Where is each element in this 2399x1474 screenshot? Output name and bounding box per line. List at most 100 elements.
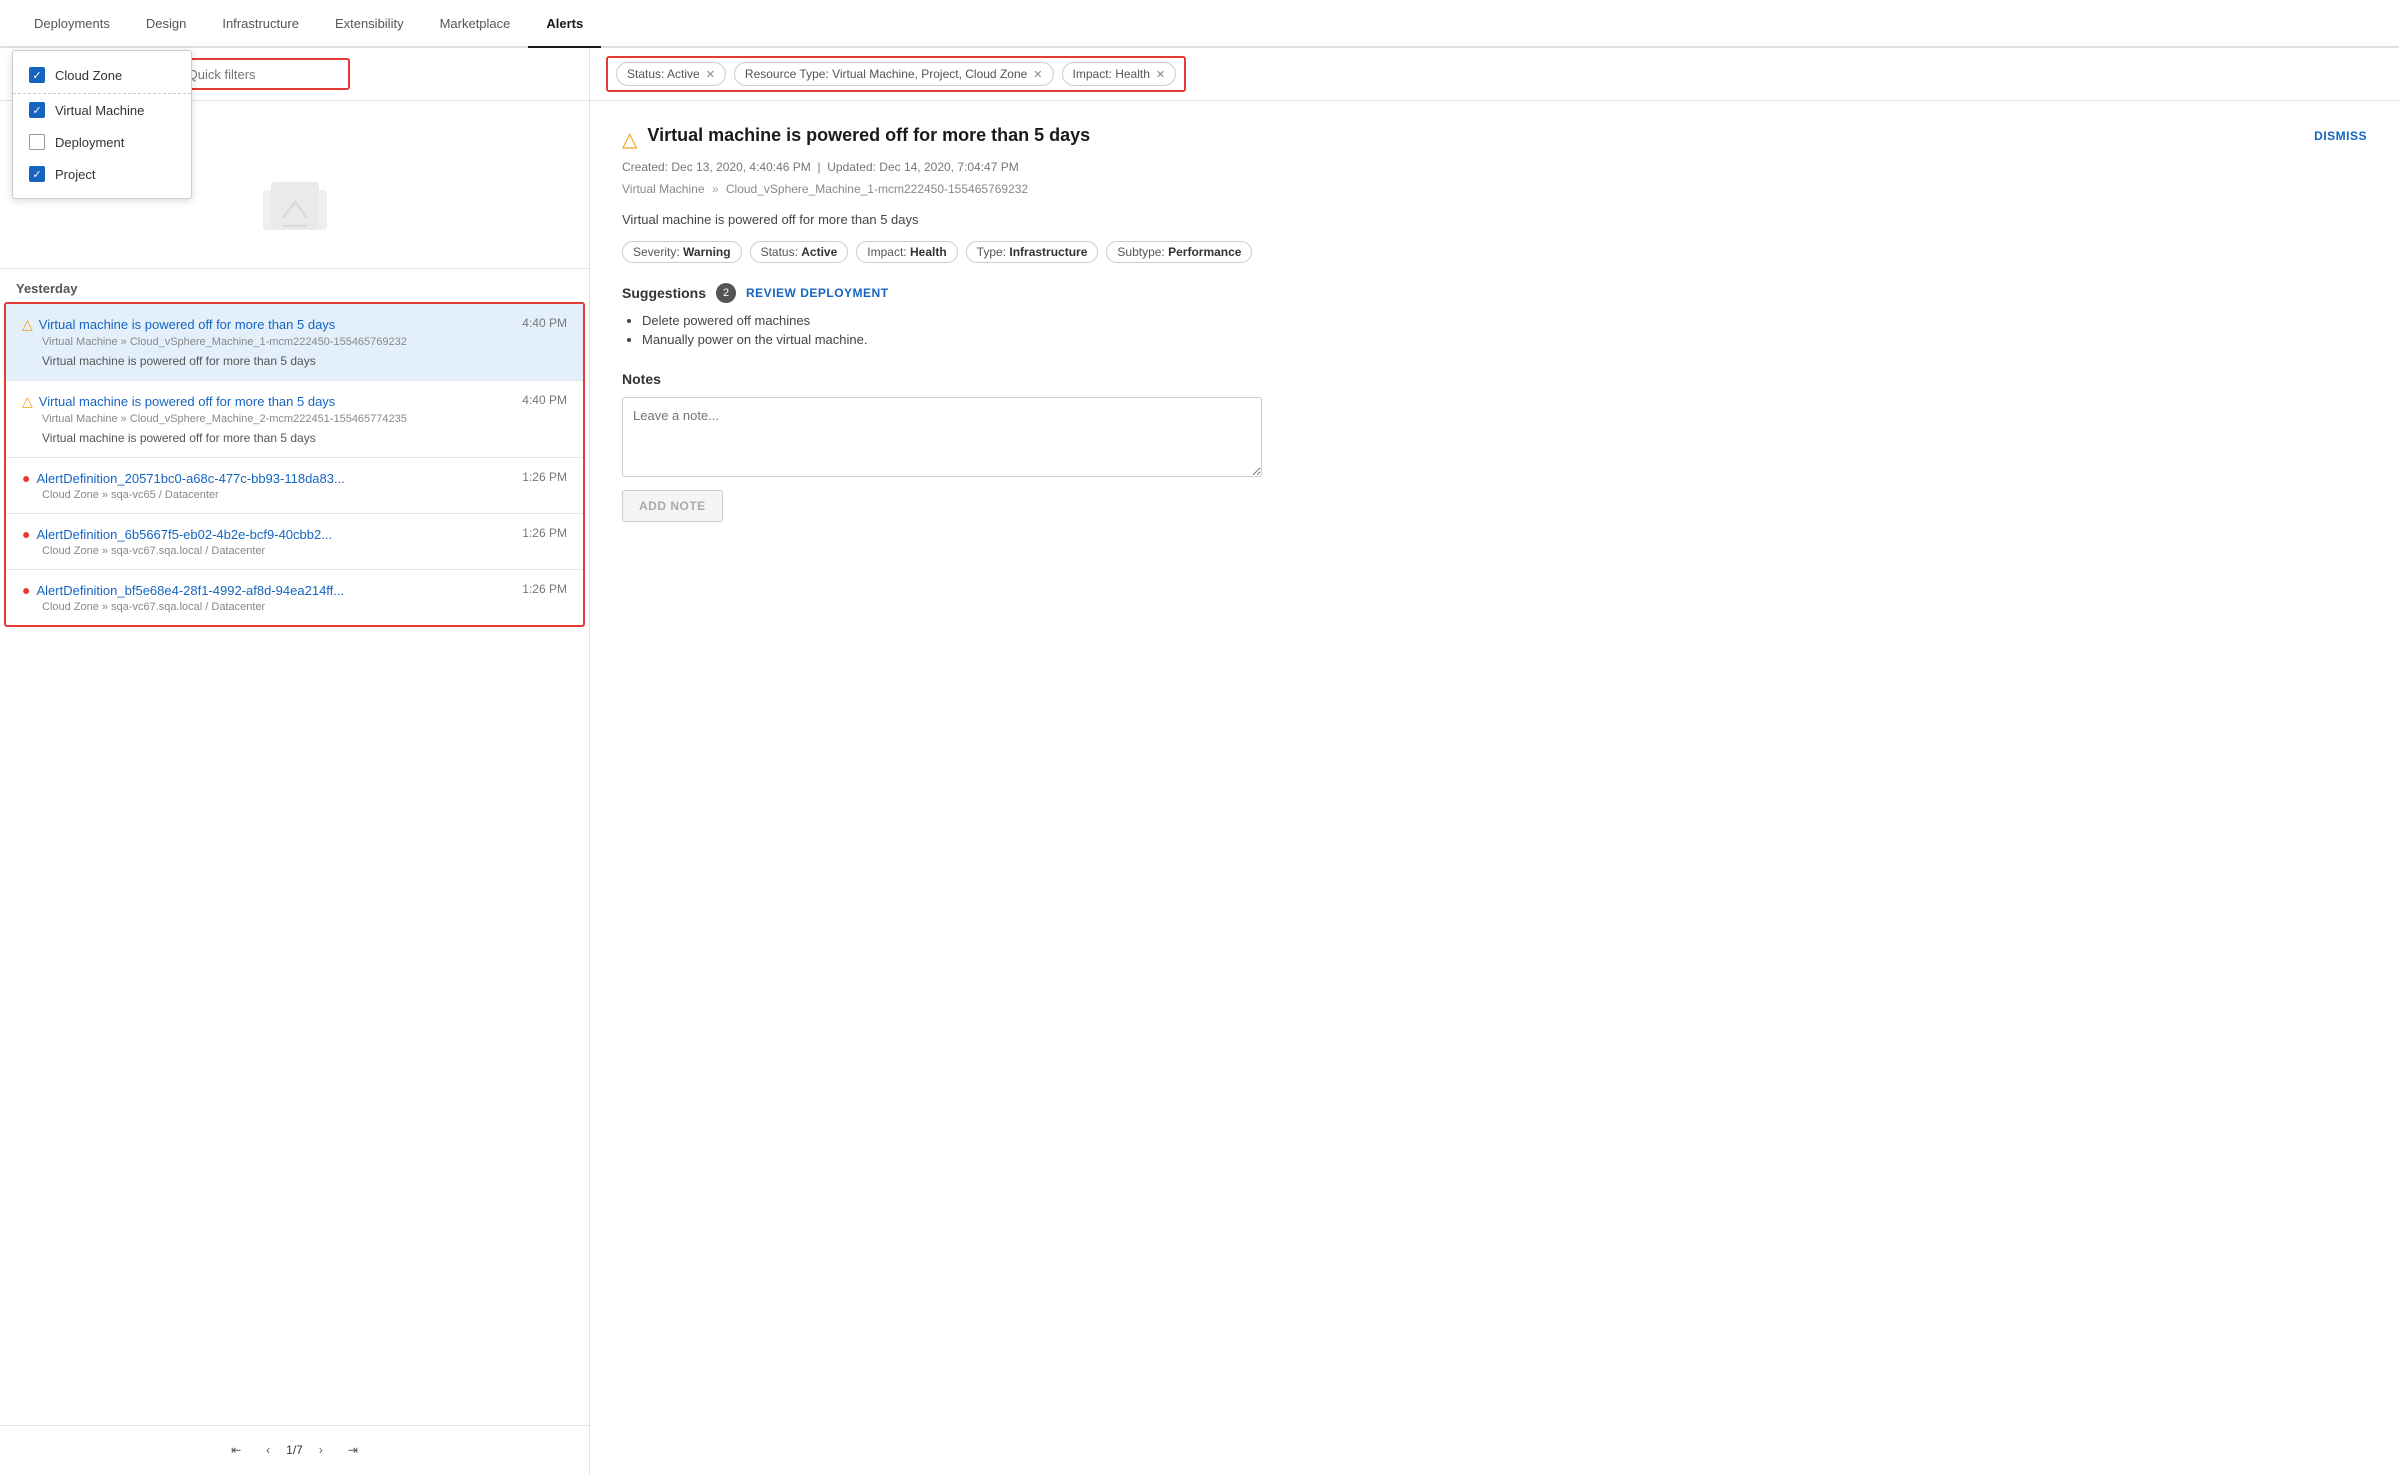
detail-breadcrumb[interactable]: Virtual Machine » Cloud_vSphere_Machine_… [622,182,2367,196]
page-prev-button[interactable]: ‹ [254,1436,282,1464]
detail-warning-icon: △ [622,127,637,152]
checkbox-virtual-machine[interactable] [29,102,45,118]
suggestions-title: Suggestions [622,285,706,301]
suggestion-item-2: Manually power on the virtual machine. [642,332,2367,347]
filter-chip-status-close[interactable]: ✕ [706,68,715,81]
nav-marketplace[interactable]: Marketplace [422,0,529,47]
suggestions-list: Delete powered off machines Manually pow… [622,313,2367,347]
alert-item-3-breadcrumb: Cloud Zone » sqa-vc65 / Datacenter [42,489,567,501]
alert-item-2-title-row: △ Virtual machine is powered off for mor… [22,393,514,410]
alert-item-4-title: AlertDefinition_6b5667f5-eb02-4b2e-bcf9-… [36,527,332,542]
filter-chip-impact-label: Impact: Health [1073,67,1150,81]
active-filter-chips-area: Status: Active ✕ Resource Type: Virtual … [590,48,2399,100]
alert-item-3-title: AlertDefinition_20571bc0-a68c-477c-bb93-… [36,471,344,486]
alert-item-1-desc: Virtual machine is powered off for more … [42,354,567,368]
alert-item-2-title: Virtual machine is powered off for more … [39,394,336,409]
top-filter-section: ▼ Resource Type ⌄ 🔍 Cloud Zone Virtual M… [0,48,2399,101]
error-icon-4: ● [22,526,30,542]
checkbox-cloud-zone[interactable] [29,67,45,83]
filter-chip-status: Status: Active ✕ [616,62,726,86]
yesterday-section: Yesterday △ Virtual machine is powered o… [0,269,589,627]
dropdown-item-cloud-zone[interactable]: Cloud Zone [13,59,191,94]
filter-chip-status-label: Status: Active [627,67,700,81]
suggestions-header: Suggestions 2 REVIEW DEPLOYMENT [622,283,2367,303]
page-first-button[interactable]: ⇤ [222,1436,250,1464]
detail-description: Virtual machine is powered off for more … [622,212,2367,227]
tag-severity: Severity: Warning [622,241,742,263]
dropdown-label-deployment: Deployment [55,135,124,150]
top-nav: Deployments Design Infrastructure Extens… [0,0,2399,48]
nav-design[interactable]: Design [128,0,204,47]
alert-item-2[interactable]: △ Virtual machine is powered off for mor… [6,381,583,458]
checkbox-deployment[interactable] [29,134,45,150]
nav-alerts[interactable]: Alerts [528,0,601,48]
alert-item-1[interactable]: △ Virtual machine is powered off for mor… [6,304,583,381]
alert-item-2-desc: Virtual machine is powered off for more … [42,431,567,445]
notes-textarea[interactable] [622,397,1262,477]
alert-item-4[interactable]: ● AlertDefinition_6b5667f5-eb02-4b2e-bcf… [6,514,583,570]
nav-infrastructure[interactable]: Infrastructure [204,0,317,47]
checkbox-project[interactable] [29,166,45,182]
nav-extensibility[interactable]: Extensibility [317,0,422,47]
resource-type-dropdown: Cloud Zone Virtual Machine Deployment Pr… [12,50,192,199]
filter-chips-wrapper: Status: Active ✕ Resource Type: Virtual … [606,56,1186,92]
nav-deployments[interactable]: Deployments [16,0,128,47]
alert-item-5-title-row: ● AlertDefinition_bf5e68e4-28f1-4992-af8… [22,582,514,598]
dropdown-item-deployment[interactable]: Deployment [13,126,191,158]
suggestion-item-1: Delete powered off machines [642,313,2367,328]
alert-item-2-breadcrumb: Virtual Machine » Cloud_vSphere_Machine_… [42,413,567,425]
warning-icon-2: △ [22,393,33,410]
alert-item-4-time: 1:26 PM [522,526,567,540]
breadcrumb-separator: » [712,182,719,196]
page-last-button[interactable]: ⇥ [339,1436,367,1464]
alert-item-1-header: △ Virtual machine is powered off for mor… [22,316,567,333]
alert-item-1-breadcrumb: Virtual Machine » Cloud_vSphere_Machine_… [42,336,567,348]
yesterday-header: Yesterday [0,269,589,302]
alert-item-2-header: △ Virtual machine is powered off for mor… [22,393,567,410]
filter-chip-resource-type-close[interactable]: ✕ [1033,68,1042,81]
dismiss-button[interactable]: DISMISS [2314,129,2367,143]
notes-section: Notes ADD NOTE [622,371,2367,522]
filter-chip-resource-type-label: Resource Type: Virtual Machine, Project,… [745,67,1027,81]
dropdown-label-project: Project [55,167,95,182]
error-icon-3: ● [22,470,30,486]
notes-title: Notes [622,371,2367,387]
main-layout: Today Yesterday [0,101,2399,1474]
warning-icon-1: △ [22,316,33,333]
filter-chip-impact: Impact: Health ✕ [1062,62,1177,86]
alert-item-3-header: ● AlertDefinition_20571bc0-a68c-477c-bb9… [22,470,567,486]
alert-item-5-time: 1:26 PM [522,582,567,596]
alert-item-1-title: Virtual machine is powered off for more … [39,317,336,332]
alert-item-3-time: 1:26 PM [522,470,567,484]
quick-filter-input[interactable] [188,67,338,82]
detail-meta: Created: Dec 13, 2020, 4:40:46 PM | Upda… [622,160,2367,174]
alert-item-4-header: ● AlertDefinition_6b5667f5-eb02-4b2e-bcf… [22,526,567,542]
page-current-label: 1/7 [286,1443,303,1457]
alert-item-5[interactable]: ● AlertDefinition_bf5e68e4-28f1-4992-af8… [6,570,583,625]
review-deployment-button[interactable]: REVIEW DEPLOYMENT [746,286,889,300]
dropdown-item-project[interactable]: Project [13,158,191,190]
filter-chip-impact-close[interactable]: ✕ [1156,68,1165,81]
alert-item-5-title: AlertDefinition_bf5e68e4-28f1-4992-af8d-… [36,583,344,598]
dropdown-label-virtual-machine: Virtual Machine [55,103,144,118]
pagination: ⇤ ‹ 1/7 › ⇥ [0,1425,589,1474]
alert-item-5-header: ● AlertDefinition_bf5e68e4-28f1-4992-af8… [22,582,567,598]
alert-item-1-time: 4:40 PM [522,316,567,330]
alert-item-3[interactable]: ● AlertDefinition_20571bc0-a68c-477c-bb9… [6,458,583,514]
left-panel: Today Yesterday [0,101,590,1474]
tag-type: Type: Infrastructure [966,241,1099,263]
detail-tags-row: Severity: Warning Status: Active Impact:… [622,241,2367,263]
tag-subtype: Subtype: Performance [1106,241,1252,263]
right-panel: △ Virtual machine is powered off for mor… [590,101,2399,1474]
alert-list-area: Today Yesterday [0,101,589,1425]
page-next-button[interactable]: › [307,1436,335,1464]
dropdown-item-virtual-machine[interactable]: Virtual Machine [13,94,191,126]
filter-chip-resource-type: Resource Type: Virtual Machine, Project,… [734,62,1054,86]
alert-list: △ Virtual machine is powered off for mor… [4,302,585,627]
dropdown-label-cloud-zone: Cloud Zone [55,68,122,83]
alert-item-3-title-row: ● AlertDefinition_20571bc0-a68c-477c-bb9… [22,470,514,486]
add-note-button[interactable]: ADD NOTE [622,490,723,522]
detail-title: Virtual machine is powered off for more … [647,125,2304,146]
alert-item-4-title-row: ● AlertDefinition_6b5667f5-eb02-4b2e-bcf… [22,526,514,542]
alert-item-2-time: 4:40 PM [522,393,567,407]
